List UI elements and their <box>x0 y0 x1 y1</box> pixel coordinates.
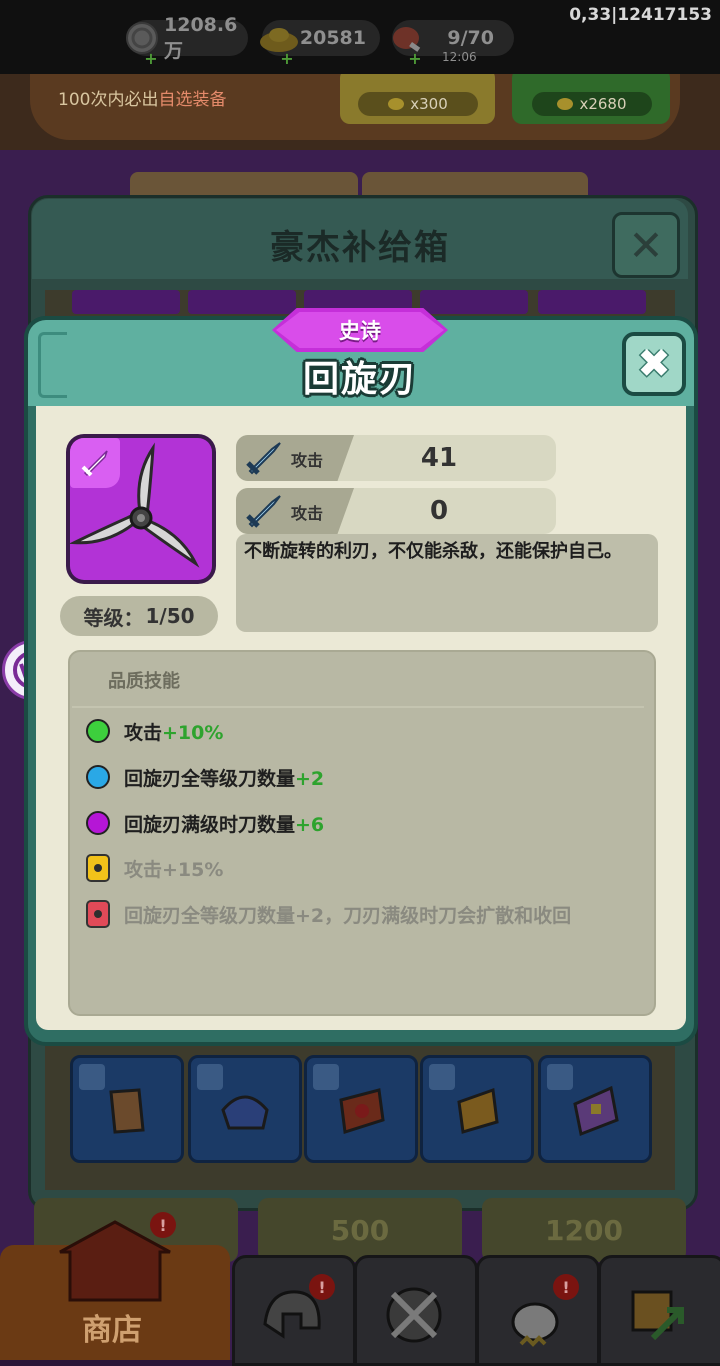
helmet-icon <box>221 1095 269 1130</box>
hero-alert-badge: ! <box>309 1274 335 1300</box>
epic-armor-icon <box>573 1085 619 1137</box>
gold-icon <box>388 98 405 110</box>
equipment-card-helmet[interactable] <box>188 1055 302 1163</box>
skill-row: 回旋刃满级时刀数量+6 <box>86 806 324 840</box>
add-silver-icon[interactable]: + <box>144 51 158 67</box>
sword-icon <box>81 450 108 477</box>
equipment-card-gloves[interactable] <box>70 1055 184 1163</box>
silver-counter[interactable]: 1208.6万 + <box>126 14 248 67</box>
level-value: 1/50 <box>145 604 195 628</box>
add-stamina-icon[interactable]: + <box>408 51 422 67</box>
shop-label: 商店 <box>82 1313 142 1348</box>
tab-pet[interactable]: ! <box>476 1255 600 1366</box>
supply-box-close-button[interactable]: ✕ <box>612 212 680 278</box>
equipment-card-armguard[interactable] <box>420 1055 534 1163</box>
attack-sword-icon <box>246 495 281 528</box>
banner-text: 100次内必出自选装备 <box>58 90 227 110</box>
green-dot-icon <box>86 719 110 743</box>
gold-icon <box>557 98 574 110</box>
item-title: 回旋刃 <box>302 359 417 400</box>
gold-counter[interactable]: 20581 + <box>260 20 380 67</box>
stat-value: 0 <box>429 496 449 526</box>
battle-shield-icon <box>386 1287 442 1343</box>
level-display: 等级： 1/50 <box>60 596 218 636</box>
attack-sword-icon <box>246 442 281 475</box>
lock-icon <box>86 900 110 928</box>
skill-row: 攻击+10% <box>86 714 223 748</box>
rarity-badge: 史诗 <box>272 308 448 352</box>
skill-row-locked: 攻击+15% <box>86 851 223 885</box>
close-icon: ✖ <box>637 341 671 387</box>
level-label: 等级： <box>83 605 144 630</box>
equipment-slot[interactable] <box>538 290 646 314</box>
stat-row: 攻击 0 <box>236 488 556 534</box>
draw-ten-price: x2680 <box>532 92 652 116</box>
tab-battle[interactable] <box>354 1255 478 1366</box>
blue-dot-icon <box>86 765 110 789</box>
armguard-icon <box>457 1087 499 1134</box>
divider <box>72 706 644 708</box>
skill-row-locked: 回旋刃全等级刀数量+2，刀刃满级时刀会扩散和收回 <box>86 897 571 931</box>
draw-once-price: x300 <box>358 92 478 116</box>
add-gold-icon[interactable]: + <box>280 51 294 67</box>
upgrade-arrow-icon <box>631 1290 684 1341</box>
stat-value: 41 <box>420 443 458 473</box>
equipment-card-bracer[interactable] <box>304 1055 418 1163</box>
skill-row: 回旋刃全等级刀数量+2 <box>86 760 324 794</box>
skills-heading: 品质技能 <box>108 671 180 692</box>
equipment-card-epic-armor[interactable] <box>538 1055 652 1163</box>
close-button[interactable]: ✖ <box>622 332 686 396</box>
buy-option-3[interactable]: 1200 <box>482 1198 686 1262</box>
shop-alert-badge: ! <box>150 1212 176 1238</box>
buy-option-2[interactable]: 500 <box>258 1198 462 1262</box>
corner-info: 0,33|12417153 <box>569 5 712 25</box>
purple-dot-icon <box>86 811 110 835</box>
tab-hero[interactable]: ! <box>232 1255 356 1366</box>
stamina-timer: 12:06 <box>442 50 477 64</box>
equipment-type-tag <box>70 438 120 488</box>
gloves-icon <box>109 1088 145 1134</box>
item-description: 不断旋转的利刃，不仅能杀敌，还能保护自己。 <box>236 534 658 632</box>
equipment-slot[interactable] <box>72 290 180 314</box>
stat-row: 攻击 41 <box>236 435 556 481</box>
bracer-icon <box>339 1088 385 1134</box>
pet-alert-badge: ! <box>553 1274 579 1300</box>
rarity-label: 史诗 <box>339 319 381 343</box>
tab-upgrade[interactable] <box>598 1255 720 1366</box>
lock-icon <box>86 854 110 882</box>
